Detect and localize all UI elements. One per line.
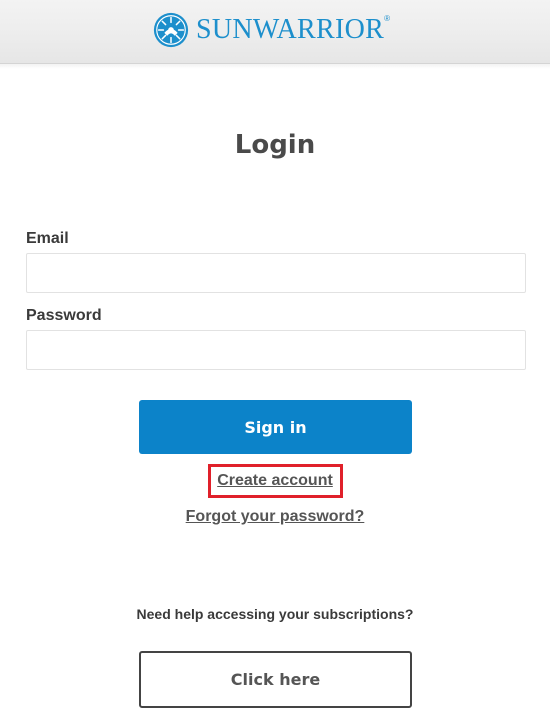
brand-logo-link[interactable]: SUNWARRIOR ® (152, 10, 390, 50)
sun-warrior-logo-icon (153, 12, 189, 48)
email-field[interactable] (26, 253, 526, 293)
password-field[interactable] (26, 330, 526, 370)
forgot-password-link[interactable]: Forgot your password? (0, 508, 550, 526)
page-title: Login (234, 130, 316, 160)
email-label: Email (26, 230, 69, 247)
subscription-help-text: Need help accessing your subscriptions? (136, 606, 414, 622)
create-account-link[interactable]: Create account (0, 472, 550, 490)
sign-in-button[interactable]: Sign in (139, 400, 412, 454)
click-here-button[interactable]: Click here (139, 651, 412, 708)
brand-name: SUNWARRIOR (196, 14, 385, 45)
site-header: SUNWARRIOR ® (0, 0, 550, 69)
password-label: Password (26, 307, 102, 324)
registered-mark: ® (384, 13, 391, 23)
